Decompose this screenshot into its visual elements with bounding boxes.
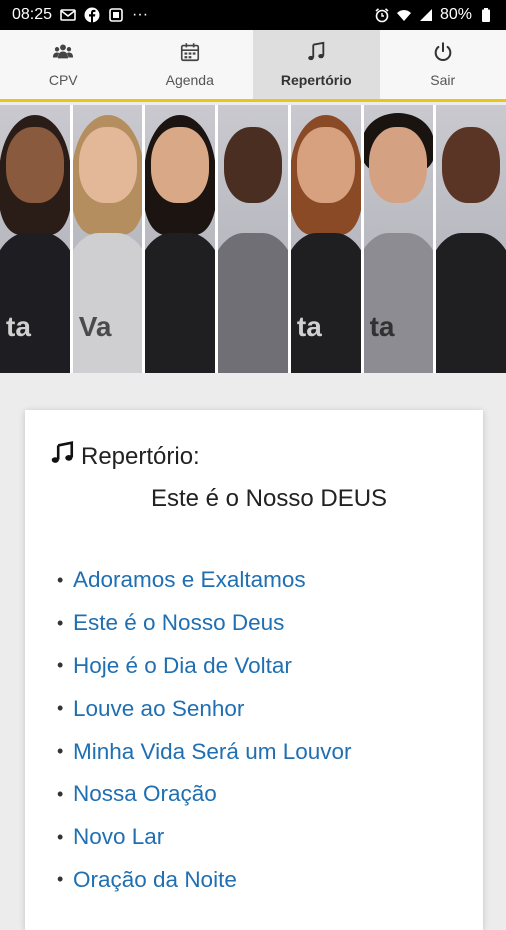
music-note-icon	[305, 41, 327, 66]
list-item: •Adoramos e Exaltamos	[57, 559, 459, 602]
bullet: •	[57, 869, 73, 890]
tab-label-agenda: Agenda	[166, 72, 214, 88]
bullet: •	[57, 741, 73, 762]
bullet: •	[57, 698, 73, 719]
banner-photo-2: Va	[73, 105, 143, 373]
song-link[interactable]: Minha Vida Será um Louvor	[73, 739, 352, 765]
email-icon	[60, 7, 76, 23]
banner-photo-3	[145, 105, 215, 373]
banner-photo-6: ta	[364, 105, 434, 373]
tab-bar: CPV Agenda Repertório Sair	[0, 30, 506, 102]
banner-photo-7	[436, 105, 506, 373]
app-notification-icon	[108, 7, 124, 23]
banner-logo-4: ta	[370, 311, 395, 343]
banner-logo-3: ta	[297, 311, 322, 343]
song-link[interactable]: Oração da Noite	[73, 867, 237, 893]
facebook-icon	[84, 7, 100, 23]
status-right: 80%	[374, 6, 494, 24]
wifi-icon	[396, 7, 412, 23]
song-link[interactable]: Louve ao Senhor	[73, 696, 244, 722]
bullet: •	[57, 827, 73, 848]
song-link[interactable]: Adoramos e Exaltamos	[73, 567, 306, 593]
bullet: •	[57, 613, 73, 634]
status-time: 08:25	[12, 6, 52, 24]
tab-sair[interactable]: Sair	[380, 30, 506, 99]
list-item: •Minha Vida Será um Louvor	[57, 730, 459, 773]
list-item: •Novo Lar	[57, 816, 459, 859]
tab-cpv[interactable]: CPV	[0, 30, 127, 99]
song-list: •Adoramos e Exaltamos •Este é o Nosso De…	[49, 559, 459, 901]
calendar-icon	[179, 41, 201, 66]
team-banner-image: ta Va ta ta	[0, 105, 506, 373]
tab-label-cpv: CPV	[49, 72, 78, 88]
banner-photo-4	[218, 105, 288, 373]
signal-icon	[418, 7, 434, 23]
more-notifications: ···	[132, 6, 148, 24]
list-item: •Louve ao Senhor	[57, 687, 459, 730]
bullet: •	[57, 784, 73, 805]
battery-icon	[478, 7, 494, 23]
song-link[interactable]: Este é o Nosso Deus	[73, 610, 284, 636]
list-item: •Nossa Oração	[57, 773, 459, 816]
banner-logo-2: Va	[79, 311, 112, 343]
song-link[interactable]: Nossa Oração	[73, 781, 217, 807]
banner-logo-1: ta	[6, 311, 31, 343]
tab-label-repertorio: Repertório	[281, 72, 352, 88]
tab-agenda[interactable]: Agenda	[127, 30, 254, 99]
song-link[interactable]: Hoje é o Dia de Voltar	[73, 653, 292, 679]
list-item: •Hoje é o Dia de Voltar	[57, 645, 459, 688]
song-link[interactable]: Novo Lar	[73, 824, 164, 850]
tab-label-sair: Sair	[430, 72, 455, 88]
repertoire-card: Repertório: Este é o Nosso DEUS •Adoramo…	[25, 410, 483, 930]
music-note-icon	[49, 440, 75, 473]
group-icon	[52, 41, 74, 66]
status-left: 08:25 ···	[12, 6, 148, 24]
list-item: •Este é o Nosso Deus	[57, 602, 459, 645]
event-subtitle: Este é o Nosso DEUS	[49, 485, 459, 513]
banner-photo-5: ta	[291, 105, 361, 373]
battery-percent: 80%	[440, 6, 472, 24]
repertoire-heading-text: Repertório:	[81, 443, 200, 471]
banner-photo-1: ta	[0, 105, 70, 373]
repertoire-heading: Repertório:	[49, 440, 459, 473]
bullet: •	[57, 570, 73, 591]
tab-repertorio[interactable]: Repertório	[253, 30, 380, 99]
status-bar: 08:25 ··· 80%	[0, 0, 506, 30]
power-icon	[432, 41, 454, 66]
bullet: •	[57, 655, 73, 676]
list-item: •Oração da Noite	[57, 859, 459, 902]
alarm-icon	[374, 7, 390, 23]
